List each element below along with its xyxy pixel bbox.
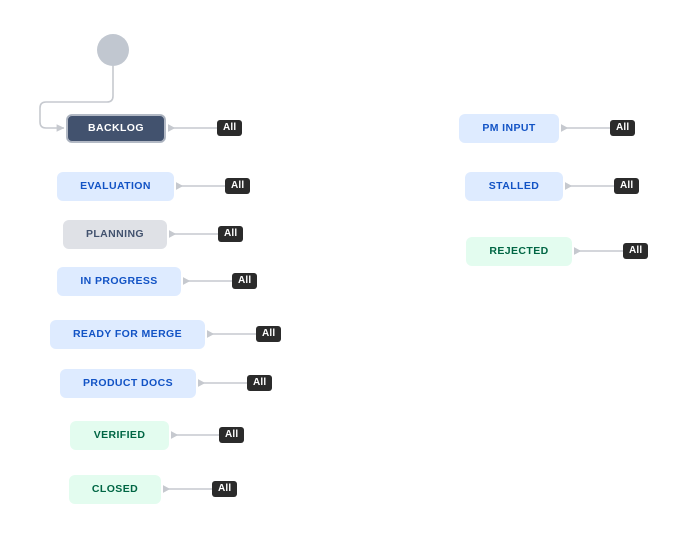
status-node-verified[interactable]: VERIFIED (70, 421, 169, 450)
status-node-product-docs[interactable]: PRODUCT DOCS (60, 369, 196, 398)
transition-chip-in-progress[interactable]: All (232, 273, 258, 289)
status-node-closed[interactable]: CLOSED (69, 475, 161, 504)
status-node-stalled[interactable]: STALLED (465, 172, 563, 201)
status-node-in-progress[interactable]: IN PROGRESS (57, 267, 181, 296)
workflow-canvas[interactable]: BACKLOG EVALUATION PLANNING IN PROGRESS READ… (0, 0, 690, 538)
transition-chip-ready-for-merge[interactable]: All (256, 326, 282, 342)
status-node-backlog[interactable]: BACKLOG (66, 114, 166, 143)
status-node-evaluation[interactable]: EVALUATION (57, 172, 174, 201)
transition-chip-product-docs[interactable]: All (247, 375, 273, 391)
status-node-pm-input[interactable]: PM INPUT (459, 114, 559, 143)
status-node-rejected[interactable]: REJECTED (466, 237, 572, 266)
transition-chip-backlog[interactable]: All (217, 120, 243, 136)
status-node-planning[interactable]: PLANNING (63, 220, 167, 249)
transition-chip-rejected[interactable]: All (623, 243, 649, 259)
transition-chip-planning[interactable]: All (218, 226, 244, 242)
transition-chip-closed[interactable]: All (212, 481, 238, 497)
start-node-circle[interactable] (97, 34, 129, 66)
status-node-ready-for-merge[interactable]: READY FOR MERGE (50, 320, 205, 349)
transition-chip-stalled[interactable]: All (614, 178, 640, 194)
transition-chip-evaluation[interactable]: All (225, 178, 251, 194)
transition-chip-pm-input[interactable]: All (610, 120, 636, 136)
transition-chip-verified[interactable]: All (219, 427, 245, 443)
